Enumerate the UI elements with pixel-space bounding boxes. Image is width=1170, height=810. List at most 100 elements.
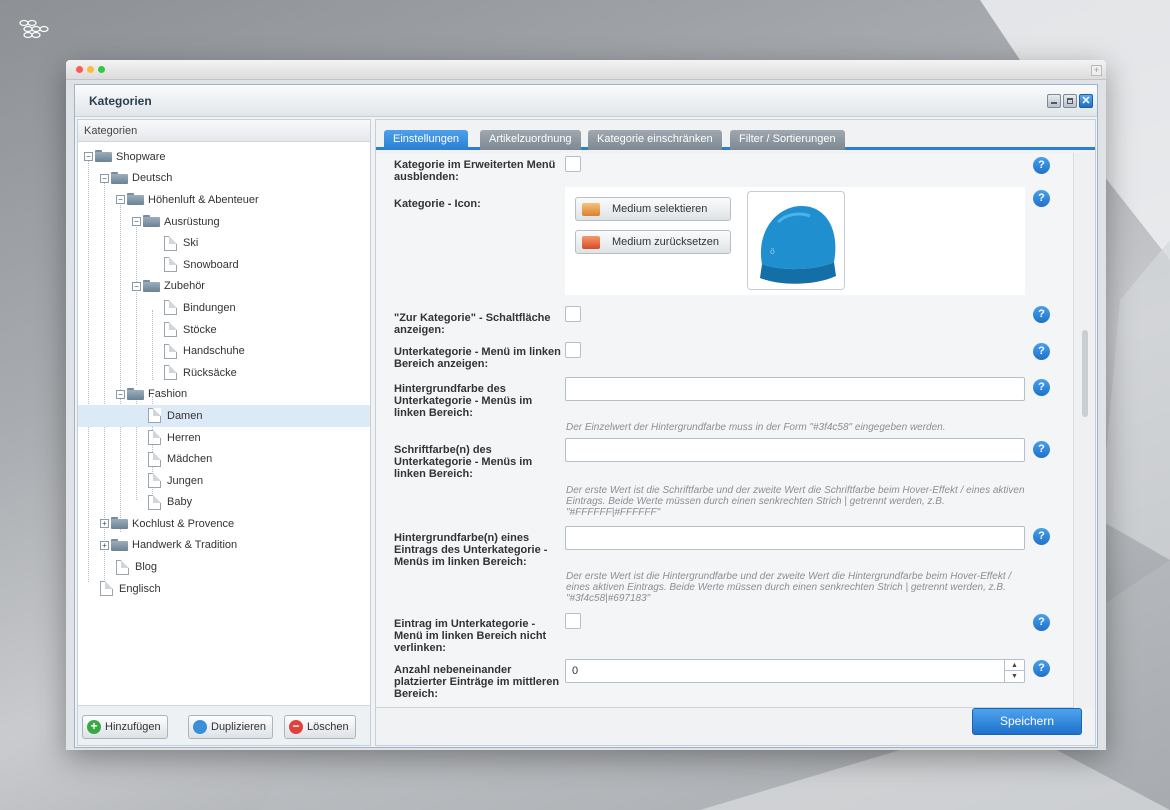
tree-node[interactable]: Stöcke: [78, 319, 370, 341]
tree-node-label: Baby: [167, 496, 193, 509]
tree-node[interactable]: − Höhenluft & Abenteuer: [78, 189, 370, 211]
help-icon[interactable]: ?: [1033, 441, 1050, 458]
help-icon[interactable]: ?: [1033, 614, 1050, 631]
new-tab-icon[interactable]: +: [1091, 65, 1102, 76]
delete-button[interactable]: − Löschen: [284, 715, 356, 739]
collapse-icon[interactable]: −: [132, 217, 141, 227]
page-icon: [148, 408, 161, 424]
folder-closed-icon: [111, 538, 129, 552]
tree-node[interactable]: − Deutsch: [78, 168, 370, 190]
page-icon: [116, 559, 129, 575]
maximize-icon[interactable]: [1063, 94, 1077, 108]
no-link-entry-checkbox[interactable]: [565, 613, 581, 629]
collapse-icon[interactable]: −: [100, 173, 109, 183]
collapse-icon[interactable]: −: [132, 281, 141, 291]
tree-node[interactable]: Mädchen: [78, 448, 370, 470]
select-media-button[interactable]: Medium selektieren: [575, 197, 731, 221]
expand-icon[interactable]: +: [100, 519, 109, 529]
add-button[interactable]: + Hinzufügen: [82, 715, 168, 739]
help-icon[interactable]: ?: [1033, 343, 1050, 360]
bg-color-input[interactable]: [565, 377, 1025, 401]
minus-circle-icon: −: [289, 720, 303, 734]
minimize-icon[interactable]: [1047, 94, 1061, 108]
page-icon: [164, 365, 177, 381]
show-sub-menu-checkbox[interactable]: [565, 342, 581, 358]
category-tree: − Shopware − Deutsch − Höhenluft & Abenteuer −…: [78, 142, 370, 599]
help-icon[interactable]: ?: [1033, 157, 1050, 174]
entries-side-by-side-field[interactable]: 0 ▲ ▼: [565, 659, 1025, 683]
duplicate-button[interactable]: Duplizieren: [188, 715, 274, 739]
tree-node[interactable]: Blog: [78, 556, 370, 578]
expand-icon[interactable]: +: [100, 540, 109, 550]
hide-extended-menu-checkbox[interactable]: [565, 156, 581, 172]
tree-node[interactable]: Bindungen: [78, 297, 370, 319]
scrollbar-thumb[interactable]: [1082, 330, 1088, 417]
collapse-icon[interactable]: −: [84, 152, 93, 162]
plus-circle-icon: +: [87, 720, 101, 734]
zoom-dot[interactable]: [98, 66, 105, 73]
tree-node-label: Handwerk & Tradition: [132, 539, 238, 552]
tree-node[interactable]: − Ausrüstung: [78, 211, 370, 233]
folder-open-icon: [143, 279, 161, 293]
delete-button-label: Löschen: [307, 721, 349, 733]
tree-node[interactable]: − Fashion: [78, 384, 370, 406]
close-icon[interactable]: ✕: [1079, 94, 1093, 108]
minimize-dot[interactable]: [87, 66, 94, 73]
tab-kategorie-einschraenken[interactable]: Kategorie einschränken: [588, 130, 722, 150]
tab-filter-sortierungen[interactable]: Filter / Sortierungen: [730, 130, 845, 150]
tab-einstellungen[interactable]: Einstellungen: [384, 130, 469, 150]
tree-node-label: Zubehör: [164, 280, 205, 293]
tree-node[interactable]: Baby: [78, 492, 370, 514]
help-icon[interactable]: ?: [1033, 660, 1050, 677]
entry-bg-color-hint: Der erste Wert ist die Hintergrundfarbe …: [566, 571, 1012, 604]
number-spinner[interactable]: ▲ ▼: [1004, 660, 1024, 682]
tree-node[interactable]: − Shopware: [78, 146, 370, 168]
add-button-label: Hinzufügen: [105, 721, 161, 733]
tree-node[interactable]: Snowboard: [78, 254, 370, 276]
tree-node[interactable]: − Zubehör: [78, 276, 370, 298]
tree-node-label: Shopware: [116, 150, 166, 163]
tree-node[interactable]: Rücksäcke: [78, 362, 370, 384]
close-dot[interactable]: [76, 66, 83, 73]
media-preview[interactable]: ö: [747, 191, 845, 290]
tree-node-label: Damen: [167, 409, 203, 422]
page-icon: [148, 430, 161, 446]
tree-node[interactable]: + Handwerk & Tradition: [78, 535, 370, 557]
help-icon[interactable]: ?: [1033, 190, 1050, 207]
help-icon[interactable]: ?: [1033, 528, 1050, 545]
settings-form: Kategorie im Erweiterten Menü ausblenden…: [376, 153, 1073, 708]
spin-up-icon[interactable]: ▲: [1005, 660, 1024, 671]
collapse-icon[interactable]: −: [116, 195, 125, 205]
tree-node[interactable]: Handschuhe: [78, 340, 370, 362]
show-category-button-checkbox[interactable]: [565, 306, 581, 322]
spin-down-icon[interactable]: ▼: [1005, 671, 1024, 682]
tree-node[interactable]: + Kochlust & Provence: [78, 513, 370, 535]
tree-node[interactable]: Ski: [78, 232, 370, 254]
hide-extended-menu-label: Kategorie im Erweiterten Menü ausblenden…: [394, 159, 556, 183]
tree-node[interactable]: Englisch: [78, 578, 370, 600]
tree-node[interactable]: Herren: [78, 427, 370, 449]
entry-bg-color-input[interactable]: [565, 526, 1025, 550]
tab-artikelzuordnung[interactable]: Artikelzuordnung: [480, 130, 581, 150]
image-icon: [582, 202, 600, 216]
show-category-button-label: "Zur Kategorie" - Schaltfläche anzeigen:: [394, 312, 551, 336]
browser-titlebar: +: [66, 60, 1106, 80]
page-icon: [164, 235, 177, 251]
collapse-icon[interactable]: −: [116, 389, 125, 399]
image-remove-icon: [582, 235, 600, 249]
help-icon[interactable]: ?: [1033, 379, 1050, 396]
page-icon: [164, 322, 177, 338]
tree-node[interactable]: Damen: [78, 405, 370, 427]
reset-media-button[interactable]: Medium zurücksetzen: [575, 230, 731, 254]
tree-node-label: Stöcke: [183, 323, 217, 336]
page-icon: [164, 257, 177, 273]
help-icon[interactable]: ?: [1033, 306, 1050, 323]
tree-node-label: Bindungen: [183, 301, 236, 314]
tree-node[interactable]: Jungen: [78, 470, 370, 492]
font-color-input[interactable]: [565, 438, 1025, 462]
form-scrollbar[interactable]: [1073, 153, 1095, 708]
tab-bar: Einstellungen Artikelzuordnung Kategorie…: [376, 120, 1095, 150]
folder-open-icon: [111, 171, 129, 185]
tree-node-label: Jungen: [167, 474, 204, 487]
save-button[interactable]: Speichern: [972, 708, 1082, 735]
